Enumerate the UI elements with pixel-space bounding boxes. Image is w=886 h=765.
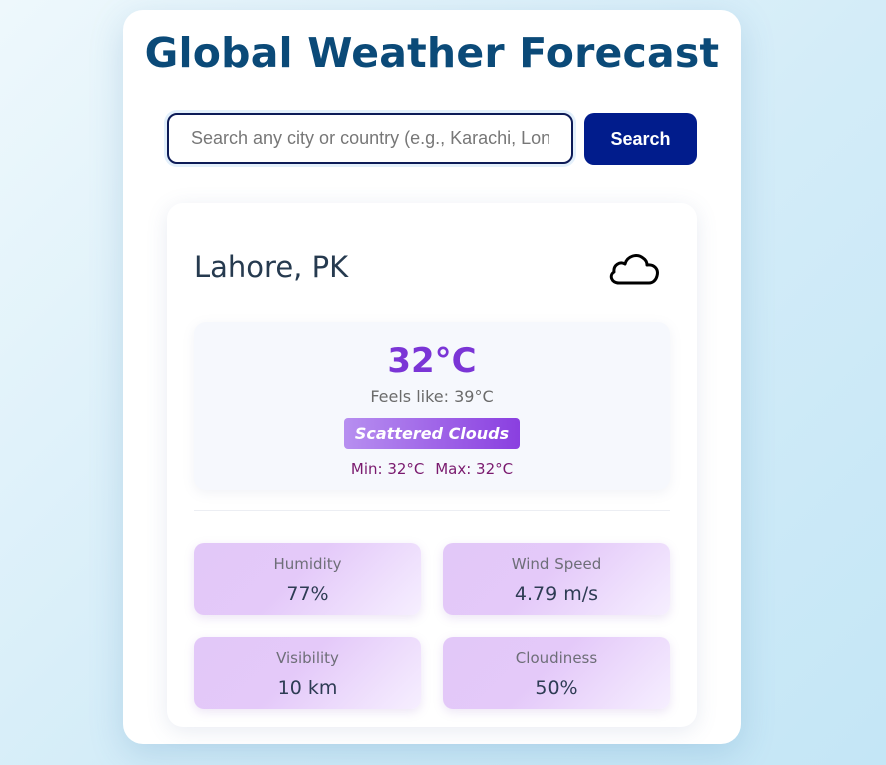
weather-result-card: Lahore, PK 32°C Feels like: 39°C Scatter… — [167, 203, 697, 727]
stat-humidity: Humidity 77% — [194, 543, 421, 615]
cloud-icon — [605, 247, 665, 291]
stat-label: Wind Speed — [511, 555, 602, 573]
min-max-temperature: Min: 32°C Max: 32°C — [194, 459, 670, 479]
temperature-panel: 32°C Feels like: 39°C Scattered Clouds M… — [194, 322, 670, 490]
stat-label: Visibility — [276, 649, 339, 667]
stat-value: 77% — [286, 583, 329, 605]
app-card: Global Weather Forecast Search Lahore, P… — [123, 10, 741, 744]
search-button[interactable]: Search — [584, 113, 697, 165]
stat-cloudiness: Cloudiness 50% — [443, 637, 670, 709]
stat-visibility: Visibility 10 km — [194, 637, 421, 709]
city-name: Lahore, PK — [194, 250, 349, 284]
stat-label: Cloudiness — [515, 649, 598, 667]
stat-label: Humidity — [273, 555, 342, 573]
feels-like-text: Feels like: 39°C — [370, 387, 494, 406]
search-input[interactable] — [167, 113, 573, 164]
min-temperature: Min: 32°C — [350, 460, 425, 478]
stat-value: 4.79 m/s — [514, 583, 599, 605]
max-temperature: Max: 32°C — [435, 460, 514, 478]
stat-wind-speed: Wind Speed 4.79 m/s — [443, 543, 670, 615]
temperature-value: 32°C — [387, 341, 477, 381]
stat-value: 10 km — [277, 677, 338, 699]
page-title: Global Weather Forecast — [144, 29, 720, 77]
stat-value: 50% — [535, 677, 578, 699]
condition-badge: Scattered Clouds — [344, 418, 520, 449]
divider — [194, 510, 670, 511]
